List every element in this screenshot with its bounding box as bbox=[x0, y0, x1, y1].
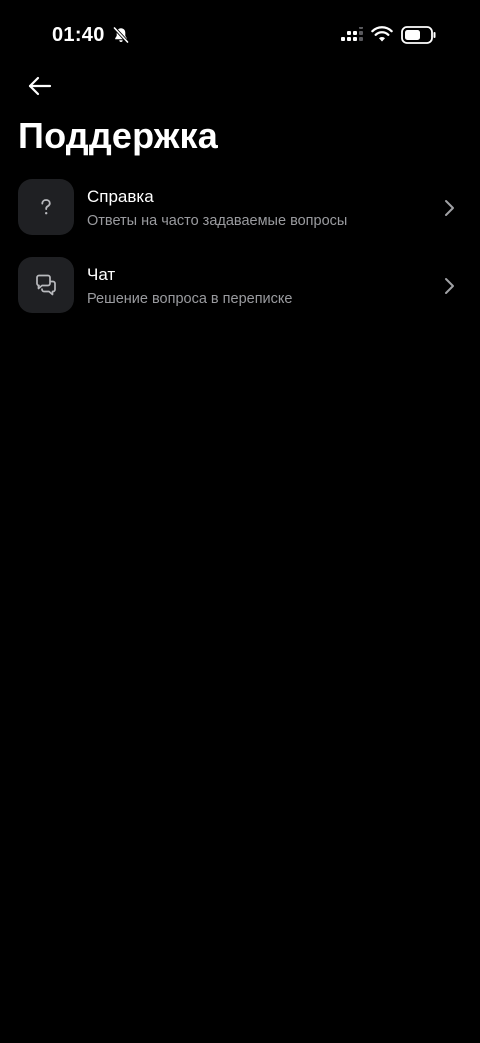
battery-icon bbox=[401, 26, 436, 44]
menu-item-subtitle: Решение вопроса в переписке bbox=[87, 291, 293, 307]
menu-item-chat[interactable]: Чат Решение вопроса в переписке bbox=[0, 250, 480, 328]
page-title: Поддержка bbox=[18, 115, 218, 156]
menu-item-help[interactable]: Справка Ответы на часто задаваемые вопро… bbox=[0, 172, 480, 250]
help-icon-tile bbox=[18, 179, 74, 235]
menu-item-title: Чат bbox=[87, 265, 116, 284]
arrow-left-icon bbox=[28, 76, 52, 96]
status-bar: 01:40 bbox=[0, 0, 480, 70]
status-time: 01:40 bbox=[52, 24, 105, 46]
bell-muted-icon bbox=[113, 26, 129, 44]
question-icon bbox=[41, 199, 51, 215]
signal-icon bbox=[341, 27, 363, 41]
menu-item-title: Справка bbox=[87, 187, 154, 206]
chevron-right-icon bbox=[445, 278, 454, 294]
chat-bubbles-icon bbox=[36, 274, 56, 296]
wifi-icon bbox=[371, 26, 393, 42]
back-button[interactable] bbox=[20, 68, 60, 104]
menu-item-subtitle: Ответы на часто задаваемые вопросы bbox=[87, 213, 348, 229]
chevron-right-icon bbox=[445, 200, 454, 216]
chat-icon-tile bbox=[18, 257, 74, 313]
support-menu-list: Справка Ответы на часто задаваемые вопро… bbox=[0, 172, 480, 328]
